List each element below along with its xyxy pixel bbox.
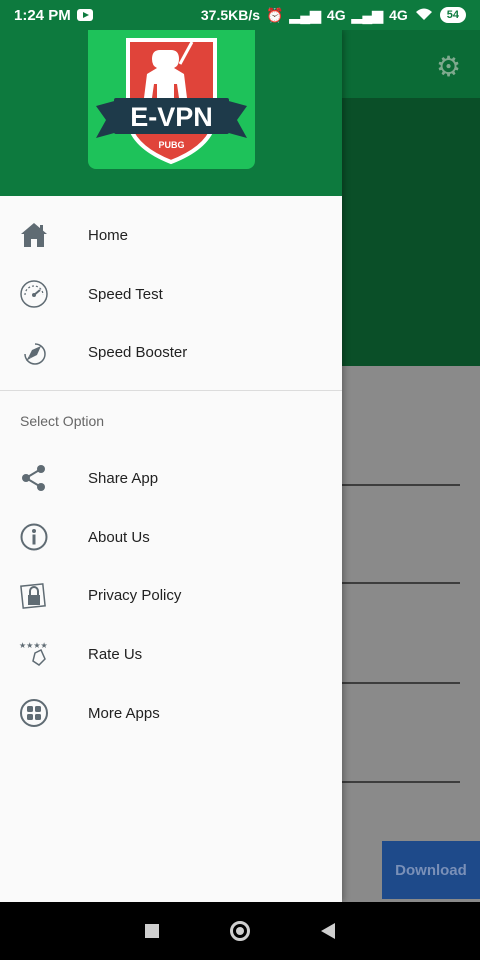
speedometer-icon	[0, 279, 88, 309]
app-logo: E-VPN PUBG	[88, 30, 255, 169]
star-icon: ★★★★	[0, 639, 88, 669]
lock-icon	[0, 581, 88, 611]
menu-item-speed-booster[interactable]: Speed Booster	[0, 323, 342, 382]
back-button[interactable]	[320, 923, 335, 939]
home-icon	[0, 221, 88, 249]
menu-item-rate-us[interactable]: ★★★★ Rate Us	[0, 625, 342, 684]
grid-icon	[0, 698, 88, 728]
menu-label: Speed Test	[88, 285, 163, 303]
bg-divider	[342, 484, 460, 486]
drawer-header: E-VPN PUBG	[0, 30, 342, 196]
youtube-icon	[76, 9, 93, 21]
bg-divider	[342, 682, 460, 684]
signal-icon-2: ▂▄▆	[351, 6, 384, 23]
menu-item-privacy-policy[interactable]: Privacy Policy	[0, 566, 342, 625]
network-label-2: 4G	[389, 7, 408, 23]
menu-label: About Us	[88, 528, 150, 546]
menu-label: Privacy Policy	[88, 587, 182, 605]
menu-label: Share App	[88, 469, 159, 487]
status-right: 37.5KB/s ⏰ ▂▄▆ 4G ▂▄▆ 4G 54	[201, 7, 466, 24]
system-nav-bar	[0, 902, 480, 960]
bg-divider	[342, 582, 460, 584]
alarm-icon: ⏰	[266, 6, 284, 23]
battery-indicator: 54	[439, 7, 466, 23]
net-speed: 37.5KB/s	[200, 7, 261, 23]
menu-item-home[interactable]: Home	[0, 206, 342, 265]
screen: 1:24 PM 37.5KB/s ⏰ ▂▄▆ 4G ▂▄▆ 4G 54 ⚙ Do…	[0, 0, 480, 960]
status-bar: 1:24 PM 37.5KB/s ⏰ ▂▄▆ 4G ▂▄▆ 4G 54	[0, 0, 480, 30]
menu-label: Speed Booster	[88, 344, 188, 362]
network-label-1: 4G	[326, 7, 346, 23]
settings-gear-icon[interactable]: ⚙	[436, 50, 461, 83]
main-menu: Home Speed Test Speed Booster	[0, 196, 342, 382]
menu-label: More Apps	[88, 704, 160, 722]
recents-button[interactable]	[145, 924, 160, 938]
menu-item-speed-test[interactable]: Speed Test	[0, 265, 342, 324]
bg-divider	[342, 781, 460, 783]
rocket-icon	[0, 338, 88, 368]
options-menu: Share App About Us Privacy Policy ★★★★ R…	[0, 449, 342, 742]
svg-text:★★★★: ★★★★	[19, 641, 48, 650]
home-button[interactable]	[229, 921, 250, 941]
download-button[interactable]: Download	[382, 841, 480, 899]
share-icon	[0, 463, 88, 493]
menu-label: Home	[88, 226, 129, 244]
logo-sub-text: PUBG	[158, 140, 184, 150]
menu-item-more-apps[interactable]: More Apps	[0, 684, 342, 743]
wifi-icon	[414, 7, 434, 24]
menu-label: Rate Us	[88, 645, 143, 663]
menu-item-about-us[interactable]: About Us	[0, 508, 342, 567]
navigation-drawer: E-VPN PUBG Home Speed Test Speed Booster…	[0, 30, 342, 902]
section-title: Select Option	[20, 413, 105, 430]
signal-icon: ▂▄▆	[289, 6, 321, 23]
status-time: 1:24 PM	[14, 6, 71, 24]
menu-item-share-app[interactable]: Share App	[0, 449, 342, 508]
logo-brand-text: E-VPN	[130, 102, 213, 132]
info-icon	[0, 522, 88, 552]
